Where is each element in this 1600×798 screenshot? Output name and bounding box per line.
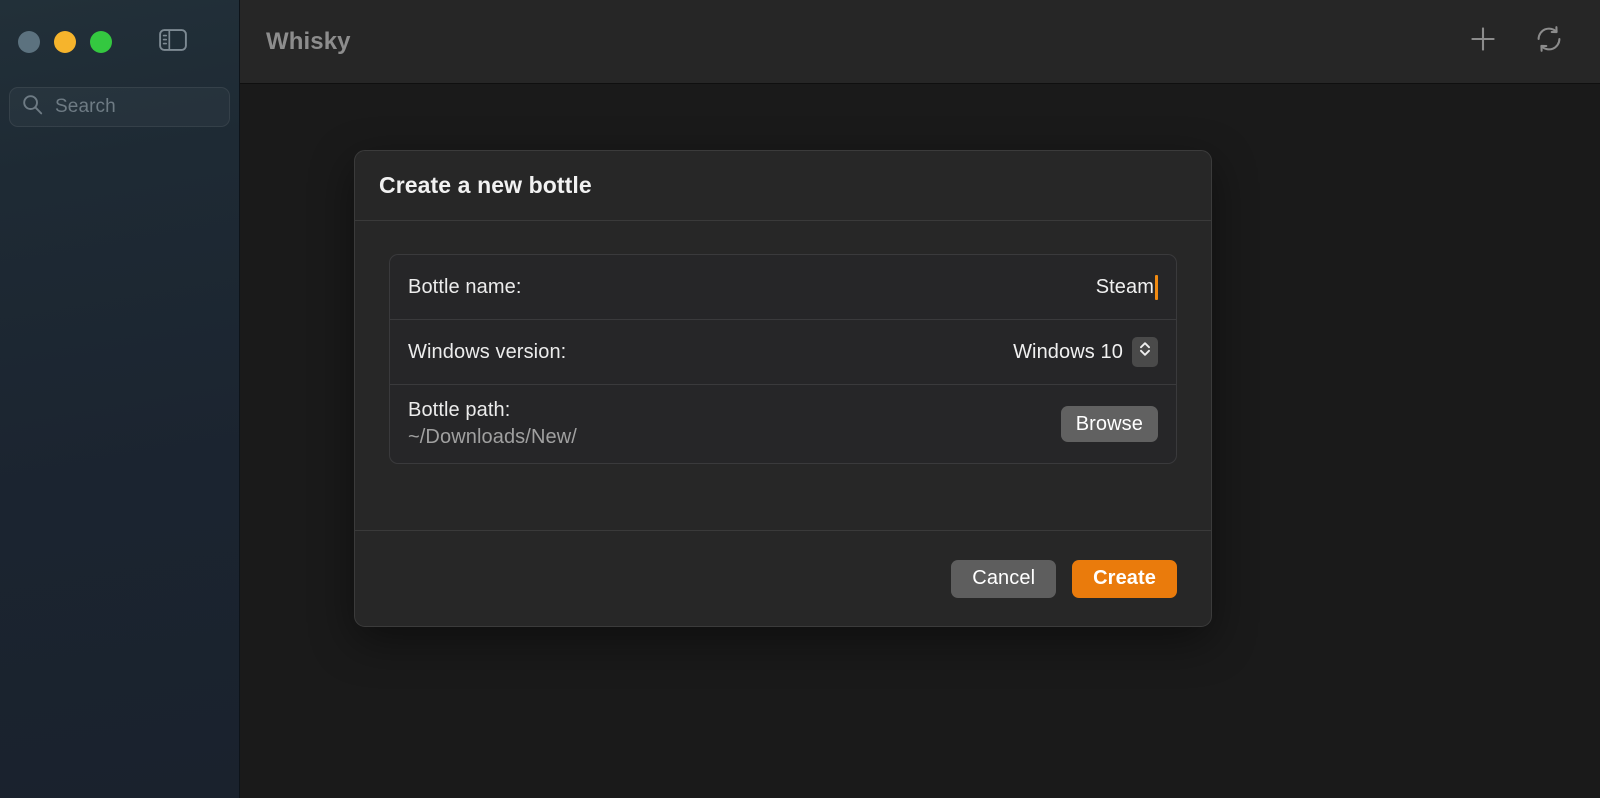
titlebar-controls [0, 0, 239, 84]
main-pane: Whisky Create a new bottle Bottle name: … [240, 0, 1600, 798]
plus-icon [1469, 25, 1497, 58]
toolbar: Whisky [240, 0, 1600, 84]
dialog-header: Create a new bottle [355, 151, 1211, 221]
bottle-form-group: Bottle name: Steam Windows version: Wind… [389, 254, 1177, 464]
close-window-button[interactable] [18, 31, 40, 53]
refresh-button[interactable] [1526, 22, 1572, 62]
search-placeholder: Search [55, 96, 116, 117]
bottle-name-value: Steam [1095, 275, 1154, 298]
search-icon [22, 94, 43, 120]
app-title: Whisky [266, 27, 351, 55]
search-container: Search [0, 87, 239, 127]
windows-version-picker[interactable]: Windows 10 [1013, 337, 1158, 367]
bottle-path-value: ~/Downloads/New/ [408, 426, 577, 448]
chevron-up-down-icon [1138, 339, 1152, 365]
app-window: Search Whisky Create a new bottle Bottle… [0, 0, 1600, 798]
maximize-window-button[interactable] [90, 31, 112, 53]
refresh-icon [1534, 24, 1564, 59]
windows-version-stepper[interactable] [1132, 337, 1158, 367]
text-caret [1155, 274, 1158, 300]
create-button[interactable]: Create [1072, 559, 1177, 598]
windows-version-row: Windows version: Windows 10 [390, 320, 1176, 385]
bottle-name-input[interactable]: Steam [1095, 274, 1158, 300]
add-bottle-button[interactable] [1460, 22, 1506, 62]
dialog-footer: Cancel Create [355, 530, 1211, 626]
create-bottle-dialog: Create a new bottle Bottle name: Steam W… [354, 150, 1212, 627]
content-area: Create a new bottle Bottle name: Steam W… [240, 84, 1600, 798]
windows-version-value: Windows 10 [1013, 340, 1123, 363]
cancel-button[interactable]: Cancel [951, 559, 1057, 598]
sidebar-toggle-icon [159, 28, 187, 56]
bottle-path-row: Bottle path: ~/Downloads/New/ Browse [390, 385, 1176, 463]
browse-button[interactable]: Browse [1060, 406, 1158, 442]
bottle-name-row: Bottle name: Steam [390, 255, 1176, 320]
minimize-window-button[interactable] [54, 31, 76, 53]
windows-version-label: Windows version: [408, 340, 567, 363]
dialog-title: Create a new bottle [379, 172, 592, 198]
bottle-path-text: Bottle path: ~/Downloads/New/ [408, 399, 577, 449]
sidebar: Search [0, 0, 240, 798]
sidebar-toggle-button[interactable] [156, 25, 190, 59]
search-input[interactable]: Search [9, 87, 230, 127]
dialog-body: Bottle name: Steam Windows version: Wind… [355, 221, 1211, 530]
bottle-path-label: Bottle path: [408, 399, 511, 421]
bottle-name-label: Bottle name: [408, 275, 522, 298]
